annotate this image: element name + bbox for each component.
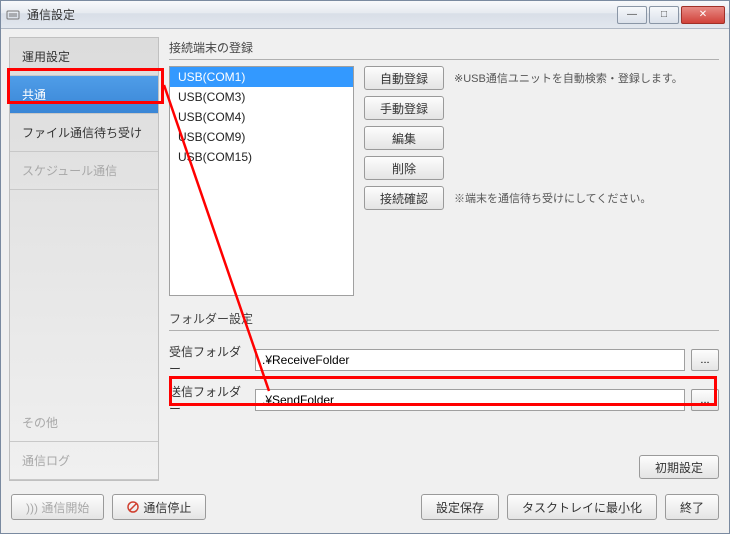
close-button[interactable]: ✕ [681, 6, 725, 24]
stop-icon [127, 501, 139, 513]
sidebar-item-common[interactable]: 共通 [10, 76, 158, 114]
footer-bar: ))) 通信開始 通信停止 設定保存 タスクトレイに最小化 終了 [9, 489, 721, 525]
btn-label: 設定保存 [436, 499, 484, 516]
minimize-tray-button[interactable]: タスクトレイに最小化 [507, 494, 657, 520]
btn-label: ... [700, 354, 709, 366]
main-panel: 接続端末の登録 USB(COM1) USB(COM3) USB(COM4) US… [167, 37, 721, 481]
list-item[interactable]: USB(COM3) [170, 87, 353, 107]
btn-label: ))) 通信開始 [26, 499, 89, 516]
send-folder-input[interactable] [255, 389, 685, 411]
btn-label: 自動登録 [380, 70, 428, 87]
auto-register-button[interactable]: 自動登録 [364, 66, 444, 90]
btn-label: 手動登録 [380, 100, 428, 117]
receive-browse-button[interactable]: ... [691, 349, 719, 371]
btn-label: 終了 [680, 499, 704, 516]
window: 通信設定 — □ ✕ 運用設定 共通 ファイル通信待ち受け スケジュール通信 そ… [0, 0, 730, 534]
btn-label: 通信停止 [143, 499, 191, 516]
save-settings-button[interactable]: 設定保存 [421, 494, 499, 520]
list-item[interactable]: USB(COM15) [170, 147, 353, 167]
terminal-row: USB(COM1) USB(COM3) USB(COM4) USB(COM9) … [169, 66, 719, 296]
list-item-label: USB(COM4) [178, 110, 245, 124]
btn-label: 削除 [392, 160, 416, 177]
app-icon [5, 7, 21, 23]
terminal-group-title: 接続端末の登録 [169, 39, 719, 60]
send-folder-row: 送信フォルダー ... [169, 383, 719, 417]
init-settings-button[interactable]: 初期設定 [639, 455, 719, 479]
check-connection-button[interactable]: 接続確認 [364, 186, 444, 210]
receive-folder-input[interactable] [255, 349, 685, 371]
edit-button[interactable]: 編集 [364, 126, 444, 150]
stop-comm-button[interactable]: 通信停止 [112, 494, 206, 520]
list-item-label: USB(COM9) [178, 130, 245, 144]
check-hint: ※端末を通信待ち受けにしてください。 [454, 190, 651, 206]
list-item[interactable]: USB(COM1) [170, 67, 353, 87]
list-item-label: USB(COM3) [178, 90, 245, 104]
titlebar: 通信設定 — □ ✕ [1, 1, 729, 29]
list-item-label: USB(COM15) [178, 150, 252, 164]
window-body: 運用設定 共通 ファイル通信待ち受け スケジュール通信 その他 通信ログ 接続端… [1, 29, 729, 533]
terminal-buttons: 自動登録 ※USB通信ユニットを自動検索・登録します。 手動登録 編集 削除 接… [364, 66, 683, 296]
receive-folder-row: 受信フォルダー ... [169, 343, 719, 377]
btn-label: タスクトレイに最小化 [522, 499, 642, 516]
minimize-button[interactable]: — [617, 6, 647, 24]
terminal-section: 接続端末の登録 USB(COM1) USB(COM3) USB(COM4) US… [169, 39, 719, 296]
titlebar-buttons: — □ ✕ [615, 6, 725, 24]
exit-button[interactable]: 終了 [665, 494, 719, 520]
sidebar-item-other[interactable]: その他 [10, 404, 158, 442]
sidebar-label: 共通 [22, 88, 46, 102]
terminal-listbox[interactable]: USB(COM1) USB(COM3) USB(COM4) USB(COM9) … [169, 66, 354, 296]
btn-label: 編集 [392, 130, 416, 147]
sidebar-item-commlog[interactable]: 通信ログ [10, 442, 158, 480]
sidebar: 運用設定 共通 ファイル通信待ち受け スケジュール通信 その他 通信ログ [9, 37, 159, 481]
start-comm-button[interactable]: ))) 通信開始 [11, 494, 104, 520]
manual-register-button[interactable]: 手動登録 [364, 96, 444, 120]
send-folder-label: 送信フォルダー [169, 383, 249, 417]
sidebar-label: その他 [22, 416, 58, 430]
btn-label: 接続確認 [380, 190, 428, 207]
list-item[interactable]: USB(COM4) [170, 107, 353, 127]
receive-folder-label: 受信フォルダー [169, 343, 249, 377]
folder-group-title: フォルダー設定 [169, 310, 719, 331]
sidebar-item-schedule[interactable]: スケジュール通信 [10, 152, 158, 190]
sidebar-item-filecomm[interactable]: ファイル通信待ち受け [10, 114, 158, 152]
sidebar-label: スケジュール通信 [22, 164, 117, 178]
sidebar-spacer [10, 190, 158, 404]
delete-button[interactable]: 削除 [364, 156, 444, 180]
auto-hint: ※USB通信ユニットを自動検索・登録します。 [454, 70, 683, 86]
btn-row: 自動登録 ※USB通信ユニットを自動検索・登録します。 [364, 66, 683, 90]
sidebar-label: 通信ログ [22, 454, 70, 468]
content-row: 運用設定 共通 ファイル通信待ち受け スケジュール通信 その他 通信ログ 接続端… [9, 37, 721, 481]
folder-section: フォルダー設定 受信フォルダー ... 送信フォルダー ... [169, 310, 719, 417]
sidebar-item-operation[interactable]: 運用設定 [10, 38, 158, 76]
window-title: 通信設定 [27, 6, 615, 23]
btn-row: 接続確認 ※端末を通信待ち受けにしてください。 [364, 186, 683, 210]
init-row: 初期設定 [169, 455, 719, 479]
btn-label: ... [700, 394, 709, 406]
sidebar-label: 運用設定 [22, 50, 70, 64]
btn-label: 初期設定 [655, 459, 703, 476]
maximize-button[interactable]: □ [649, 6, 679, 24]
list-item-label: USB(COM1) [178, 70, 245, 84]
sidebar-label: ファイル通信待ち受け [22, 126, 142, 140]
send-browse-button[interactable]: ... [691, 389, 719, 411]
list-item[interactable]: USB(COM9) [170, 127, 353, 147]
